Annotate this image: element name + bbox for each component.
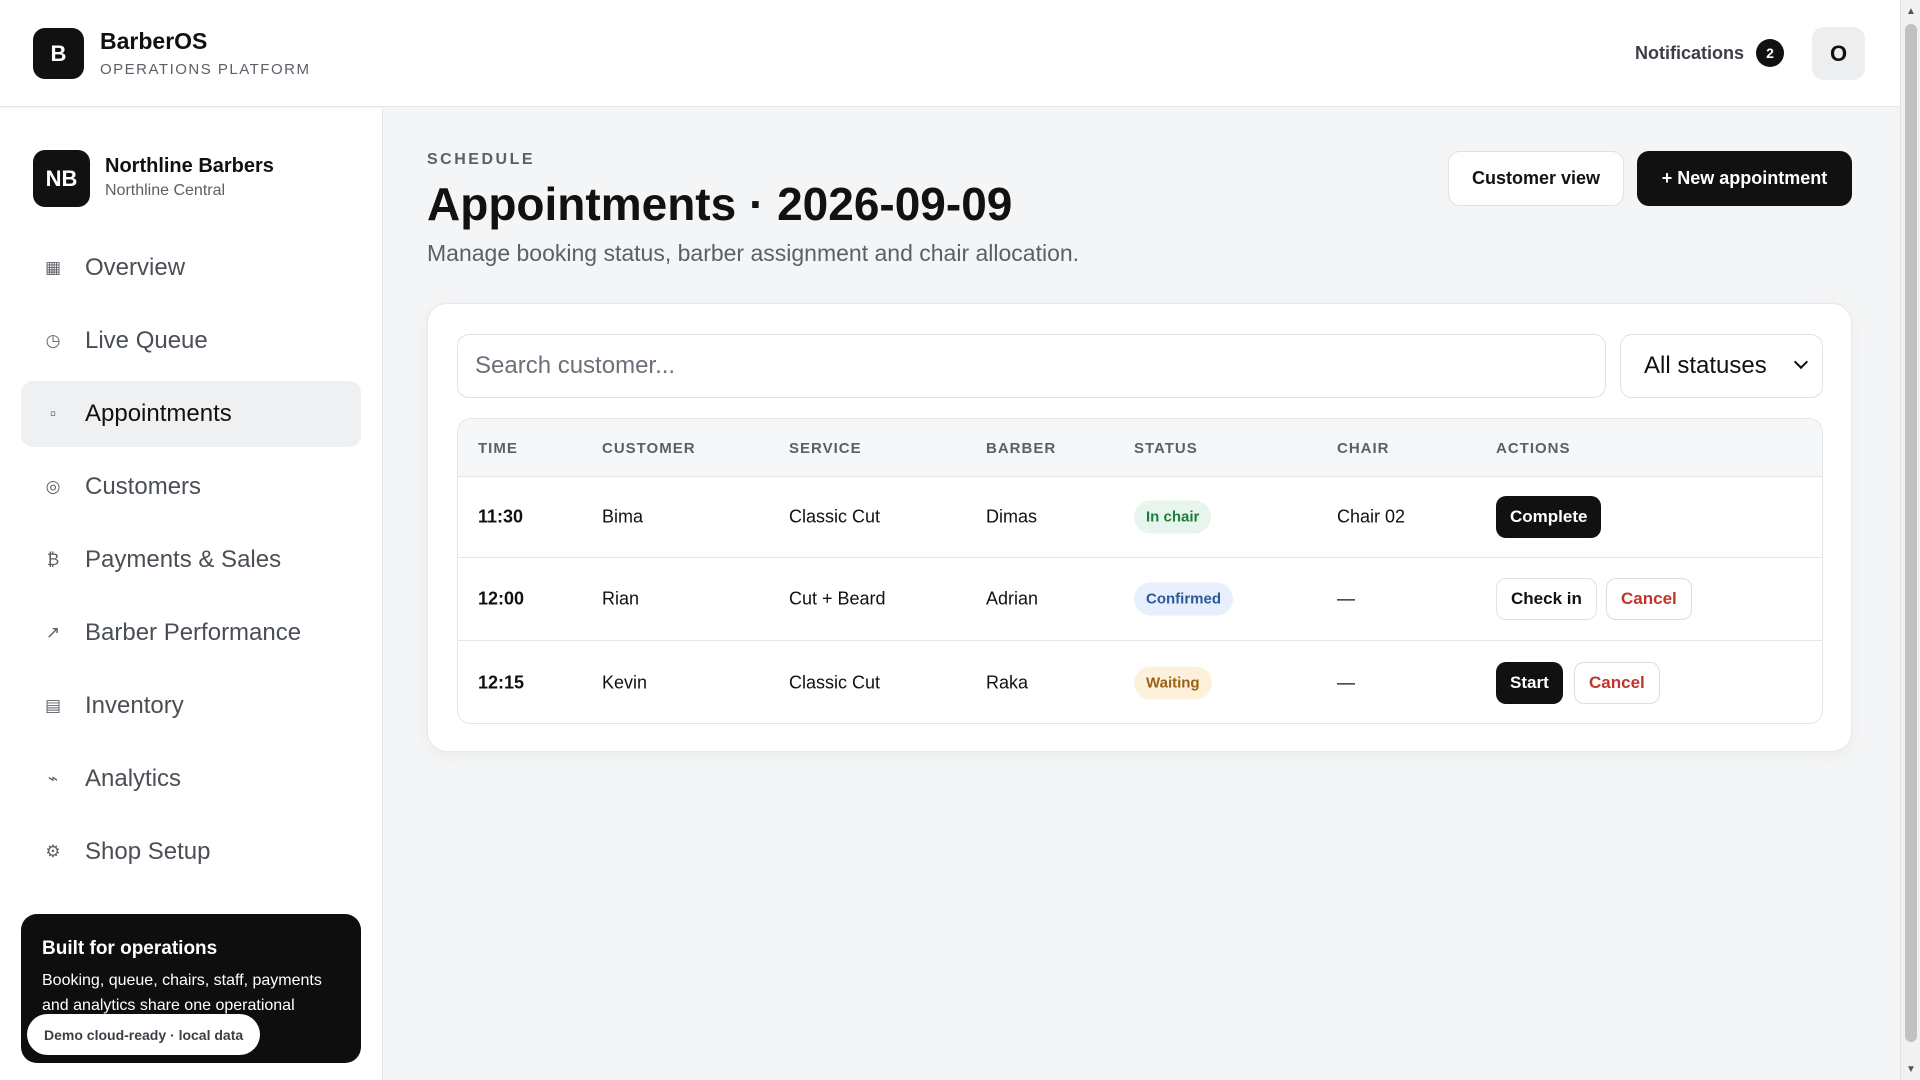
sidebar-item-payments-sales[interactable]: ₿ Payments & Sales [21, 527, 361, 593]
column-header-customer: CUSTOMER [602, 440, 696, 457]
appointments-table: TIME CUSTOMER SERVICE BARBER STATUS CHAI… [457, 418, 1823, 724]
table-row: 11:30 Bima Classic Cut Dimas In chair Ch… [458, 477, 1822, 558]
page-subtitle: Manage booking status, barber assignment… [427, 240, 1080, 266]
customer-name: Kevin [602, 672, 648, 693]
sidebar-item-live-queue[interactable]: ◷ Live Queue [21, 308, 361, 374]
search-input[interactable] [457, 334, 1606, 398]
sidebar-item-label: Appointments [85, 400, 232, 427]
sidebar-nav: ▦ Overview ◷ Live Queue ▫ Appointments ◎… [21, 235, 361, 892]
chair-assignment: — [1337, 672, 1355, 693]
sidebar-item-label: Shop Setup [85, 838, 211, 865]
target-icon: ◎ [45, 477, 61, 496]
promo-card: Built for operations Booking, queue, cha… [21, 914, 361, 1063]
sidebar-item-analytics[interactable]: ⌁ Analytics [21, 746, 361, 812]
table-row: 12:00 Rian Cut + Beard Adrian Confirmed … [458, 558, 1822, 641]
currency-icon: ₿ [46, 550, 60, 569]
notifications-count-badge: 2 [1756, 39, 1785, 67]
brand-tagline: OPERATIONS PLATFORM [100, 61, 311, 78]
barber-name: Dimas [986, 506, 1038, 527]
status-badge: Confirmed [1134, 582, 1233, 616]
sidebar-item-label: Overview [85, 254, 186, 281]
sidebar-item-shop-setup[interactable]: ⚙ Shop Setup [21, 819, 361, 885]
customer-name: Rian [602, 588, 640, 609]
grid-icon: ▦ [44, 258, 62, 277]
customer-name: Bima [602, 506, 644, 527]
promo-title: Built for operations [42, 938, 218, 959]
brand-name: BarberOS [100, 28, 208, 54]
wave-icon: ⌁ [47, 769, 59, 788]
barber-name: Adrian [986, 588, 1039, 609]
start-button[interactable]: Start [1496, 662, 1563, 704]
sidebar-item-label: Live Queue [85, 327, 208, 354]
service-name: Cut + Beard [789, 588, 886, 609]
table-row: 12:15 Kevin Classic Cut Raka Waiting — S… [458, 641, 1822, 723]
user-avatar[interactable]: O [1812, 27, 1865, 80]
sidebar-item-appointments[interactable]: ▫ Appointments [21, 381, 361, 447]
clock-icon: ◷ [45, 331, 61, 350]
check-in-button[interactable]: Check in [1496, 578, 1597, 620]
scroll-down-arrow-icon[interactable]: ▼ [1901, 1062, 1920, 1076]
shop-avatar: NB [33, 150, 90, 207]
column-header-service: SERVICE [789, 440, 862, 457]
brand-logo[interactable]: B [33, 28, 84, 79]
column-header-chair: CHAIR [1337, 440, 1390, 457]
scrollbar-thumb[interactable] [1905, 24, 1917, 1042]
shop-name: Northline Barbers [105, 155, 274, 177]
appointments-card: All statuses TIME CUSTOMER SERVICE BARBE… [427, 303, 1852, 752]
gear-icon: ⚙ [45, 842, 61, 861]
list-box-icon: ▤ [44, 696, 62, 715]
chevron-down-icon [1793, 354, 1809, 370]
sidebar-item-label: Payments & Sales [85, 546, 282, 573]
sidebar-item-label: Analytics [85, 765, 182, 792]
notifications-button[interactable]: Notifications 2 [1635, 38, 1785, 68]
page-scrollbar[interactable]: ▲ ▼ [1900, 0, 1920, 1080]
sidebar: NB Northline Barbers Northline Central ▦… [0, 108, 383, 1080]
customer-view-button[interactable]: Customer view [1448, 151, 1624, 206]
column-header-time: TIME [478, 440, 518, 457]
sidebar-item-overview[interactable]: ▦ Overview [21, 235, 361, 301]
square-icon: ▫ [49, 404, 57, 423]
appointment-time: 11:30 [478, 506, 524, 527]
new-appointment-button[interactable]: + New appointment [1637, 151, 1852, 206]
chair-assignment: Chair 02 [1337, 506, 1406, 527]
scroll-up-arrow-icon[interactable]: ▲ [1901, 4, 1920, 18]
service-name: Classic Cut [789, 506, 881, 527]
notifications-label: Notifications [1635, 42, 1745, 63]
page-title: Appointments · 2026-09-09 [427, 178, 1013, 230]
sidebar-item-inventory[interactable]: ▤ Inventory [21, 673, 361, 739]
section-eyebrow: SCHEDULE [427, 151, 536, 168]
cancel-button[interactable]: Cancel [1574, 662, 1660, 704]
column-header-status: STATUS [1134, 440, 1198, 457]
status-filter-select[interactable]: All statuses [1620, 334, 1823, 398]
sidebar-item-label: Customers [85, 473, 202, 500]
table-header: TIME CUSTOMER SERVICE BARBER STATUS CHAI… [458, 419, 1822, 477]
appointment-time: 12:00 [478, 588, 525, 609]
sidebar-item-barber-performance[interactable]: ↗ Barber Performance [21, 600, 361, 666]
sidebar-item-label: Inventory [85, 692, 184, 719]
promo-text: Booking, queue, chairs, staff, payments … [42, 972, 322, 1014]
sidebar-item-label: Barber Performance [85, 619, 302, 646]
cancel-button[interactable]: Cancel [1606, 578, 1692, 620]
barber-name: Raka [986, 672, 1029, 693]
sidebar-item-customers[interactable]: ◎ Customers [21, 454, 361, 520]
demo-status-pill: Demo cloud-ready · local data [27, 1014, 261, 1055]
top-header: B BarberOS OPERATIONS PLATFORM Notificat… [0, 0, 1900, 107]
column-header-barber: BARBER [986, 440, 1057, 457]
chair-assignment: — [1337, 588, 1355, 609]
service-name: Classic Cut [789, 672, 881, 693]
status-badge: In chair [1134, 500, 1212, 534]
trend-arrow-icon: ↗ [45, 623, 61, 642]
status-badge: Waiting [1134, 666, 1212, 700]
appointment-time: 12:15 [478, 672, 525, 693]
column-header-actions: ACTIONS [1496, 440, 1571, 457]
status-filter-value: All statuses [1644, 352, 1767, 379]
complete-button[interactable]: Complete [1496, 496, 1602, 538]
shop-branch: Northline Central [105, 182, 226, 199]
